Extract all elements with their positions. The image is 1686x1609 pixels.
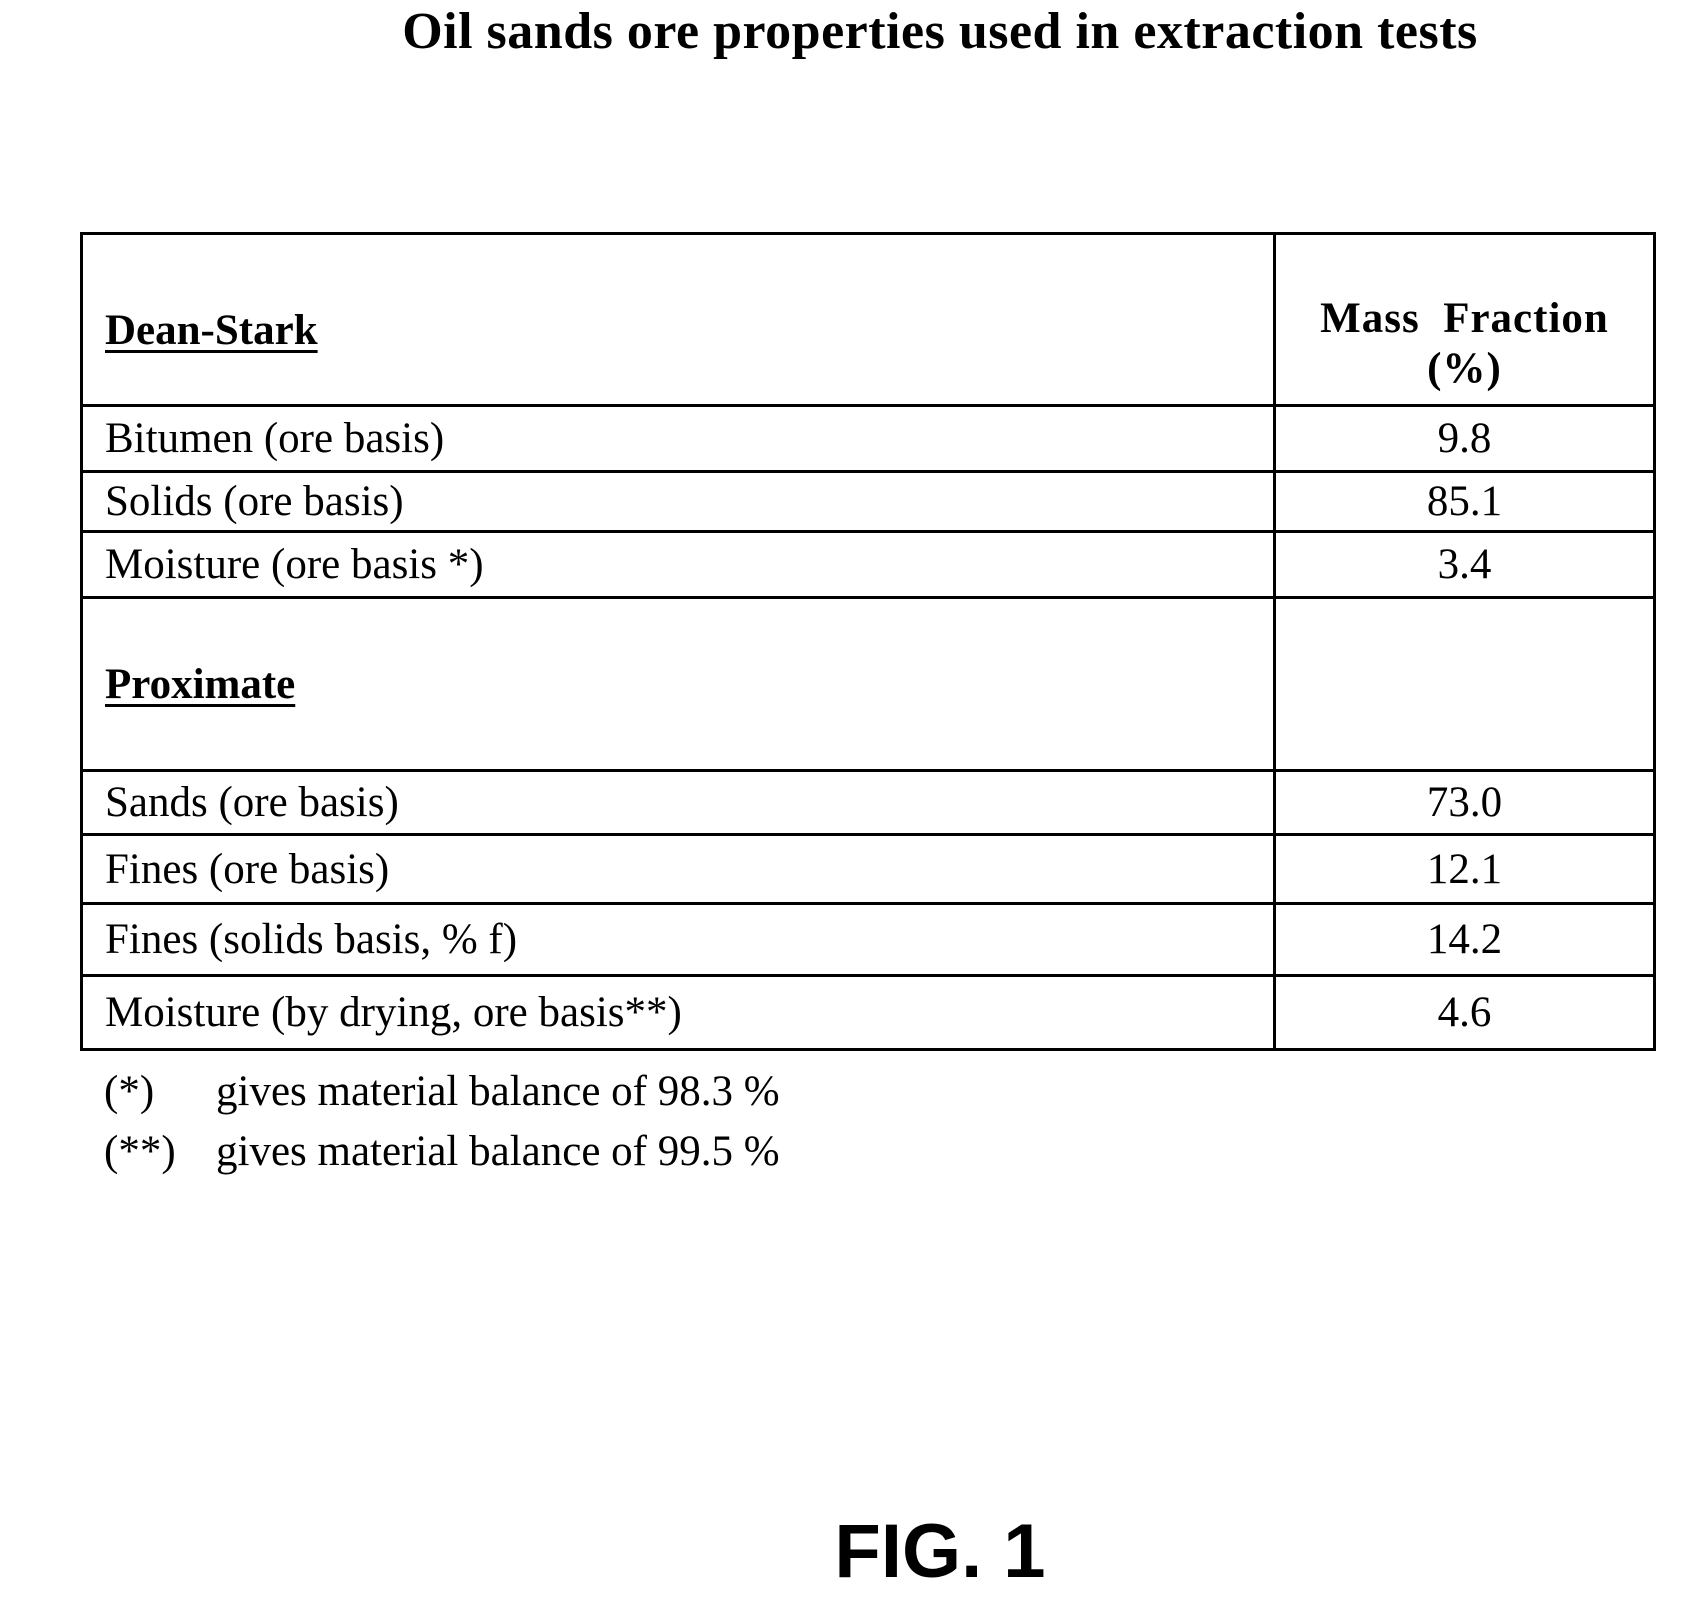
table-row: Moisture (ore basis *) 3.4: [80, 530, 1656, 599]
footnotes: (*) gives material balance of 98.3 % (**)…: [104, 1062, 780, 1182]
document-title: Oil sands ore properties used in extract…: [402, 3, 1478, 60]
section-row-proximate: Proximate: [80, 596, 1656, 772]
figure-label: FIG. 1: [834, 1509, 1046, 1594]
column-header-line-1: Mass Fraction: [1320, 295, 1609, 343]
row-label: Bitumen (ore basis): [80, 404, 1276, 473]
row-label: Moisture (by drying, ore basis**): [80, 974, 1276, 1051]
empty-cell: [1273, 596, 1656, 772]
table-row: Moisture (by drying, ore basis**) 4.6: [80, 974, 1656, 1051]
footnote: (*) gives material balance of 98.3 %: [104, 1062, 780, 1122]
row-value: 9.8: [1273, 404, 1656, 473]
row-value: 85.1: [1273, 470, 1656, 533]
section-heading-dean-stark: Dean-Stark: [80, 232, 1276, 407]
section-heading-label: Proximate: [105, 660, 296, 708]
column-header-line-2: (%): [1427, 344, 1502, 392]
section-heading-proximate: Proximate: [80, 596, 1276, 772]
row-label: Solids (ore basis): [80, 470, 1276, 533]
ore-properties-table: Dean-Stark Mass Fraction (%) Bitumen (or…: [80, 232, 1656, 1051]
section-heading-label: Dean-Stark: [105, 307, 318, 354]
table-row: Fines (solids basis, % f) 14.2: [80, 902, 1656, 977]
row-label: Fines (solids basis, % f): [80, 902, 1276, 977]
column-header-mass-fraction: Mass Fraction (%): [1273, 232, 1656, 407]
footnote-text: gives material balance of 98.3 %: [216, 1068, 780, 1115]
row-label: Moisture (ore basis *): [80, 530, 1276, 599]
table-row: Fines (ore basis) 12.1: [80, 833, 1656, 905]
row-value: 14.2: [1273, 902, 1656, 977]
footnote-mark: (**): [104, 1128, 176, 1175]
table-row: Sands (ore basis) 73.0: [80, 769, 1656, 836]
row-value: 73.0: [1273, 769, 1656, 836]
row-value: 12.1: [1273, 833, 1656, 905]
footnote: (**) gives material balance of 99.5 %: [104, 1122, 780, 1182]
footnote-mark: (*): [104, 1068, 155, 1115]
table-row: Bitumen (ore basis) 9.8: [80, 404, 1656, 473]
row-label: Sands (ore basis): [80, 769, 1276, 836]
table-header-row: Dean-Stark Mass Fraction (%): [80, 232, 1656, 407]
footnote-text: gives material balance of 99.5 %: [216, 1128, 780, 1175]
table-row: Solids (ore basis) 85.1: [80, 470, 1656, 533]
row-label: Fines (ore basis): [80, 833, 1276, 905]
row-value: 3.4: [1273, 530, 1656, 599]
row-value: 4.6: [1273, 974, 1656, 1051]
